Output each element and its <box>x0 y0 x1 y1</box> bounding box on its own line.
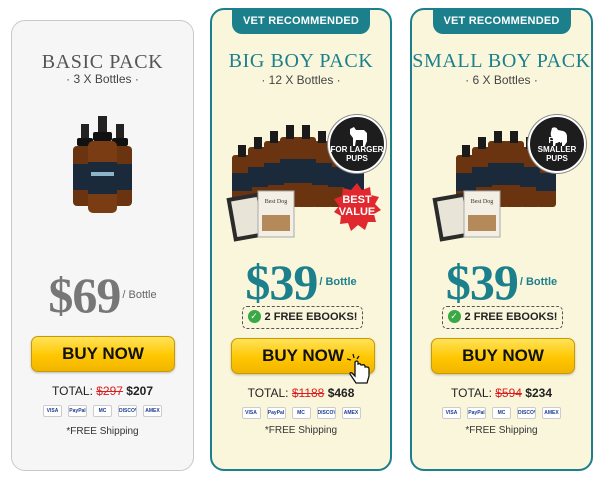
price: $69 <box>48 267 121 323</box>
original-total: $297 <box>96 384 123 398</box>
shipping-note: *FREE Shipping <box>66 426 139 437</box>
per-bottle-label: / Bottle <box>122 289 157 301</box>
original-total: $1188 <box>291 386 325 400</box>
discover-icon: DISCOVER <box>118 405 137 417</box>
per-bottle-label: / Bottle <box>319 276 357 288</box>
per-bottle-label: / Bottle <box>519 276 558 288</box>
price-row: $69/ Bottle <box>12 266 193 324</box>
original-total: $594 <box>495 386 522 400</box>
visa-icon: VISA <box>241 407 261 419</box>
mastercard-icon: MC <box>93 405 112 417</box>
amex-icon: AMEX <box>341 407 361 419</box>
shipping-note: *FREE Shipping <box>264 425 338 436</box>
paypal-icon: PayPal <box>467 407 486 419</box>
visa-icon: VISA <box>442 407 461 419</box>
price-row: $39/ Bottle <box>212 253 390 311</box>
discounted-total: $234 <box>525 386 552 400</box>
product-bottles-image: Best Dog FOR LARGER PUPS BEST VALUE <box>212 115 390 250</box>
total-label: TOTAL: <box>52 384 93 398</box>
pointer-hand-icon <box>346 353 370 384</box>
payment-icons: VISA PayPal MC DISCOVER AMEX <box>412 407 591 419</box>
smaller-pups-badge: FOR SMALLER PUPS <box>528 115 586 173</box>
large-dog-icon <box>350 127 367 146</box>
best-value-text: BEST VALUE <box>338 194 376 218</box>
pack-title: SMALL BOY PACK <box>412 50 591 72</box>
badge-text: FOR LARGER PUPS <box>330 145 384 163</box>
free-ebooks-badge: ✓ 2 FREE EBOOKS! <box>442 306 563 329</box>
pack-title: BIG BOY PACK <box>228 50 374 72</box>
product-bottles-image <box>12 116 193 228</box>
payment-icons: VISA PayPal MC DISCOVER AMEX <box>12 405 193 417</box>
small-boy-pack-card: VET RECOMMENDED SMALL BOY PACK · 6 X Bot… <box>410 8 593 471</box>
basic-pack-card: BASIC PACK · 3 X Bottles · $69/ Bottle B… <box>11 20 194 471</box>
svg-text:Best Dog: Best Dog <box>471 199 494 205</box>
discover-icon: DISCOVER <box>517 407 536 419</box>
discover-icon: DISCOVER <box>316 407 336 419</box>
svg-text:Best Dog: Best Dog <box>265 199 288 205</box>
vet-recommended-ribbon: VET RECOMMENDED <box>232 8 370 34</box>
larger-pups-badge: FOR LARGER PUPS <box>328 115 386 173</box>
price: $39 <box>245 254 318 310</box>
amex-icon: AMEX <box>143 405 162 417</box>
vet-recommended-ribbon: VET RECOMMENDED <box>432 8 571 34</box>
payment-icons: VISA PayPal MC DISCOVER AMEX <box>212 407 390 419</box>
product-bottles-image: Best Dog FOR SMALLER PUPS <box>412 115 591 250</box>
pack-title: BASIC PACK <box>41 51 164 73</box>
paypal-icon: PayPal <box>68 405 87 417</box>
shipping-note: *FREE Shipping <box>465 425 538 436</box>
total-price: TOTAL: $594 $234 <box>412 386 591 400</box>
mastercard-icon: MC <box>291 407 311 419</box>
check-icon: ✓ <box>247 309 261 323</box>
price-row: $39/ Bottle <box>412 253 591 311</box>
total-label: TOTAL: <box>451 386 492 400</box>
free-ebooks-badge: ✓ 2 FREE EBOOKS! <box>242 306 363 329</box>
visa-icon: VISA <box>43 405 62 417</box>
amex-icon: AMEX <box>542 407 561 419</box>
paypal-icon: PayPal <box>266 407 286 419</box>
total-price: TOTAL: $1188 $468 <box>212 386 390 400</box>
discounted-total: $468 <box>327 386 355 400</box>
total-label: TOTAL: <box>247 386 289 400</box>
price: $39 <box>445 254 519 310</box>
total-price: TOTAL: $297 $207 <box>12 384 193 398</box>
ebooks-text: 2 FREE EBOOKS! <box>264 311 358 323</box>
discounted-total: $207 <box>126 384 153 398</box>
ebooks-text: 2 FREE EBOOKS! <box>464 311 558 323</box>
buy-now-button[interactable]: BUY NOW <box>31 336 175 372</box>
mastercard-icon: MC <box>492 407 511 419</box>
bottle-count: · 6 X Bottles · <box>465 73 538 87</box>
check-icon: ✓ <box>447 309 461 323</box>
badge-text: FOR SMALLER PUPS <box>537 136 577 163</box>
best-value-badge: BEST VALUE <box>332 183 382 233</box>
bottle-count: · 12 X Bottles · <box>261 73 341 87</box>
big-boy-pack-card: VET RECOMMENDED BIG BOY PACK · 12 X Bott… <box>210 8 392 471</box>
buy-now-button[interactable]: BUY NOW <box>431 338 575 374</box>
bottle-count: · 3 X Bottles · <box>66 72 139 86</box>
